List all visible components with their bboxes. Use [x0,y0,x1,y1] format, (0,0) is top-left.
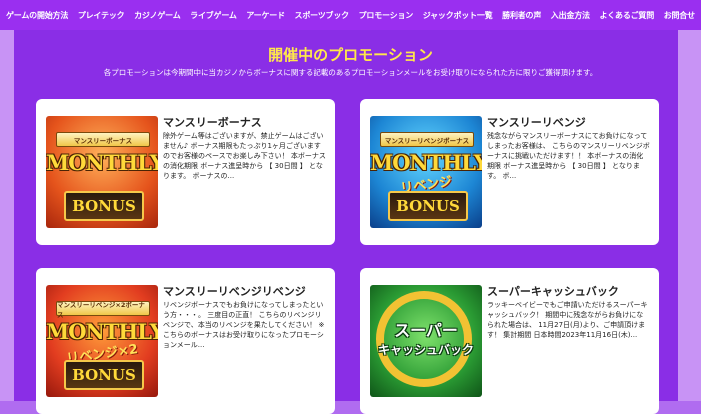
nav-item-casino-games[interactable]: カジノゲーム [134,10,181,21]
promo-image-banner: マンスリーリベンジ×2ボーナス [56,301,150,319]
promo-image[interactable]: スーパー キャッシュバック [370,285,482,397]
page-title: 開催中のプロモーション [268,46,433,64]
promo-title[interactable]: スーパーキャッシュバック [487,283,619,299]
promo-image-line1: スーパー [394,321,458,340]
nav-item-sportsbook[interactable]: スポーツブック [295,10,350,21]
nav-item-live-games[interactable]: ライブゲーム [190,10,237,21]
promo-description: 残念ながらマンスリーボーナスにてお負けになってしまったお客様は、 こちらのマンス… [487,132,650,180]
promo-description: 除外ゲーム等はございますが、禁止ゲームはございません♪ ボーナス期限もたっぷり1… [163,132,326,180]
promo-title[interactable]: マンスリーリベンジ [487,114,586,130]
nav-item-contact[interactable]: お問合せ [664,10,695,21]
page-subtitle: 各プロモーションは今期間中に当カジノからボーナスに関する記載のあるプロモーション… [103,68,598,77]
top-navigation: ゲームの開始方法 プレイテック カジノゲーム ライブゲーム アーケード スポーツ… [0,0,701,30]
promo-image-banner: マンスリーリベンジボーナス [380,132,474,147]
promo-description: リベンジボーナスでもお負けになってしまったという方・・・。 三度目の正直！ こち… [163,301,325,349]
promo-card-monthly-revenge-revenge[interactable]: マンスリーリベンジ×2ボーナス MONTHLY リベンジ×2 BONUS マンス… [36,268,335,414]
promo-image[interactable]: マンスリーリベンジ×2ボーナス MONTHLY リベンジ×2 BONUS [46,285,158,397]
promo-image[interactable]: マンスリーリベンジボーナス MONTHLY リベンジ BONUS [370,116,482,228]
left-margin [0,30,14,401]
promo-image[interactable]: マンスリーボーナス MONTHLY BONUS [46,116,158,228]
promo-image-logo: MONTHLY [46,150,158,175]
promo-image-sub: BONUS [64,360,144,390]
nav-item-winners[interactable]: 勝利者の声 [502,10,541,21]
nav-item-getting-started[interactable]: ゲームの開始方法 [6,10,68,21]
nav-item-faq[interactable]: よくあるご質問 [599,10,654,21]
promo-card-monthly-bonus[interactable]: マンスリーボーナス MONTHLY BONUS マンスリーボーナス 除外ゲーム等… [36,99,335,245]
promo-image-sub: BONUS [64,191,144,221]
promo-card-monthly-revenge[interactable]: マンスリーリベンジボーナス MONTHLY リベンジ BONUS マンスリーリベ… [360,99,659,245]
promo-title[interactable]: マンスリーリベンジリベンジ [163,283,306,299]
nav-item-promotions[interactable]: プロモーション [359,10,414,21]
promo-image-sub: BONUS [388,191,468,221]
right-margin [678,30,701,401]
nav-item-arcade[interactable]: アーケード [246,10,285,21]
promo-title[interactable]: マンスリーボーナス [163,114,262,130]
nav-item-playtech[interactable]: プレイテック [78,10,125,21]
promo-image-banner: マンスリーボーナス [56,132,150,147]
promo-card-super-cashback[interactable]: スーパー キャッシュバック スーパーキャッシュバック ラッキーベイビーでもご申請… [360,268,659,414]
promo-description: ラッキーベイビーでもご申請いただけるスーパーキャッシュバック！ 期間中に残念なが… [487,301,648,339]
nav-item-banking[interactable]: 入出金方法 [551,10,590,21]
promo-image-line2: キャッシュバック [377,343,474,357]
nav-item-jackpots[interactable]: ジャックポット一覧 [423,10,493,21]
